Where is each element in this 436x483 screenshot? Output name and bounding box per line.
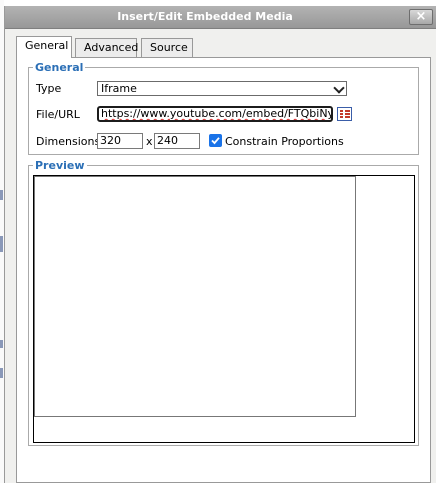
height-input[interactable]: 240 [154, 133, 200, 149]
browse-icon[interactable] [337, 107, 352, 121]
dimensions-label: Dimensions [36, 135, 101, 148]
dimension-separator: x [146, 135, 153, 148]
tab-general-label: General [25, 39, 69, 52]
chevron-down-icon [333, 82, 345, 94]
close-icon: × [415, 9, 427, 24]
dialog-titlebar[interactable]: Insert/Edit Embedded Media × [5, 6, 436, 29]
background-page-mark [0, 340, 3, 348]
background-page-mark [0, 368, 3, 378]
embedded-media-dialog: Insert/Edit Embedded Media × General Adv… [4, 6, 436, 483]
general-legend: General [35, 61, 84, 74]
width-value: 320 [100, 134, 121, 147]
checkmark-icon [211, 137, 220, 145]
file-url-value: https://www.youtube.com/embed/FTQbiNyZga… [101, 107, 331, 120]
preview-legend: Preview [35, 159, 85, 172]
preview-iframe[interactable] [34, 176, 356, 417]
file-url-input[interactable]: https://www.youtube.com/embed/FTQbiNyZga… [97, 106, 333, 122]
height-value: 240 [157, 134, 178, 147]
tab-source-label: Source [150, 41, 188, 54]
constrain-proportions-label[interactable]: Constrain Proportions [225, 135, 344, 148]
dialog-title: Insert/Edit Embedded Media [117, 10, 293, 23]
tab-panel-general: General Type Iframe File/URL https://www… [16, 57, 431, 483]
type-label: Type [36, 82, 62, 95]
close-button[interactable]: × [409, 9, 433, 25]
tab-advanced-label: Advanced [84, 41, 139, 54]
type-select[interactable]: Iframe [97, 81, 347, 96]
file-url-label: File/URL [36, 108, 80, 121]
tab-source[interactable]: Source [141, 38, 193, 57]
type-select-value: Iframe [101, 82, 137, 95]
background-page-mark [0, 236, 3, 252]
background-page-mark [0, 190, 3, 200]
constrain-proportions-checkbox[interactable] [209, 134, 222, 147]
tab-general[interactable]: General [16, 36, 72, 58]
tab-advanced[interactable]: Advanced [75, 38, 139, 57]
width-input[interactable]: 320 [97, 133, 143, 149]
